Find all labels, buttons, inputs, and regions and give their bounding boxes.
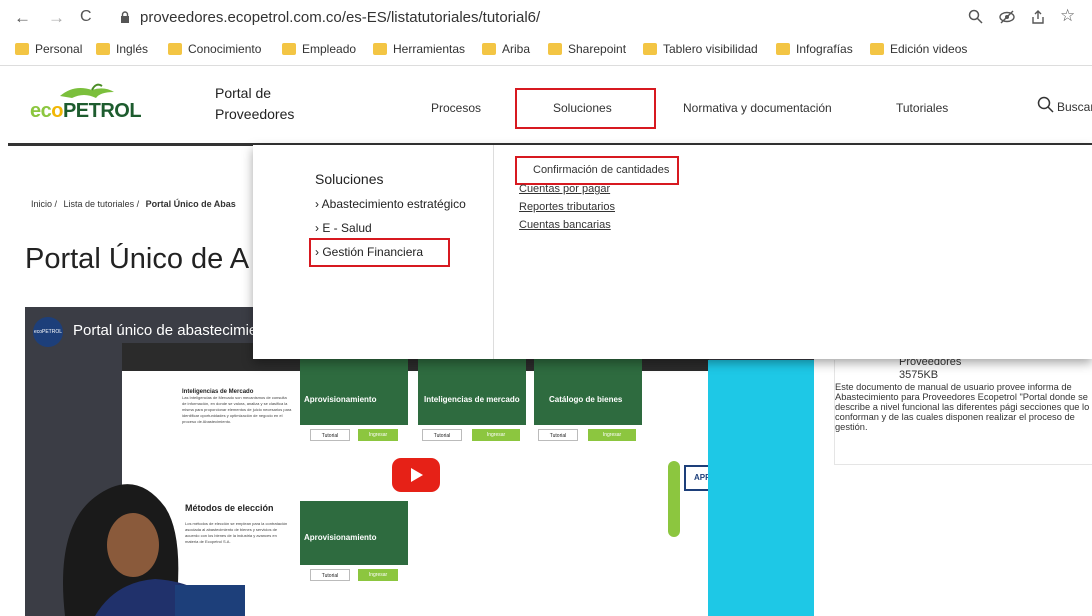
search-icon[interactable]	[1037, 96, 1055, 114]
card-label: Inteligencias de mercado	[424, 395, 520, 404]
tutorial-button: Tutorial	[310, 569, 350, 581]
page-title: Portal Único de A	[25, 243, 250, 275]
chevron-right-icon: ›	[315, 221, 319, 235]
card-label: Aprovisionamiento	[304, 395, 377, 404]
dropdown-heading: Soluciones	[315, 171, 384, 187]
bookmarks-bar: Personal Inglés Conocimiento Empleado He…	[0, 36, 1092, 66]
bookmark-herramientas[interactable]: Herramientas	[373, 42, 465, 56]
card-aprovisionamiento	[300, 357, 408, 425]
bookmark-label: Herramientas	[393, 42, 466, 56]
lock-icon	[121, 11, 129, 23]
channel-avatar[interactable]: ecoPETROL	[33, 317, 63, 347]
ingresar-button: Ingresar	[358, 569, 398, 581]
link-reportes-tributarios[interactable]: Reportes tributarios	[519, 201, 615, 213]
bookmark-label: Infografías	[796, 42, 853, 56]
tutorial-button: Tutorial	[310, 429, 350, 441]
back-button[interactable]: ←	[14, 8, 31, 28]
bookmark-edicion-videos[interactable]: Edición videos	[870, 42, 967, 56]
share-icon[interactable]	[1030, 9, 1046, 25]
breadcrumb: Inicio / Lista de tutoriales / Portal Ún…	[31, 199, 236, 209]
tutorial-button: Tutorial	[422, 429, 462, 441]
reload-button[interactable]: C	[80, 8, 92, 26]
dropdown-item-label: Abastecimiento estratégico	[321, 197, 466, 211]
gestion-financiera-highlight	[309, 238, 450, 267]
bookmark-ingles[interactable]: Inglés	[96, 42, 148, 56]
zoom-icon[interactable]	[968, 9, 984, 25]
search-label[interactable]: Buscar	[1057, 100, 1092, 114]
nav-procesos[interactable]: Procesos	[431, 101, 481, 115]
bookmark-label: Edición videos	[890, 42, 968, 56]
nav-tutoriales[interactable]: Tutoriales	[896, 101, 948, 115]
bookmark-tablero[interactable]: Tablero visibilidad	[643, 42, 758, 56]
bookmark-label: Ariba	[502, 42, 531, 56]
doc-size: 3575KB	[899, 369, 939, 381]
chevron-right-icon: ›	[315, 197, 319, 211]
bookmark-sharepoint[interactable]: Sharepoint	[548, 42, 626, 56]
address-bar-url[interactable]: proveedores.ecopetrol.com.co/es-ES/lista…	[140, 9, 540, 26]
confirmacion-highlight	[515, 156, 679, 185]
portal-title-line1: Portal de	[215, 85, 272, 101]
breadcrumb-list[interactable]: Lista de tutoriales /	[64, 199, 140, 209]
nav-normativa[interactable]: Normativa y documentación	[683, 101, 832, 115]
doc-description: Este documento de manual de usuario prov…	[835, 382, 1090, 432]
video-title[interactable]: Portal único de abastecimien	[73, 322, 266, 339]
bookmark-label: Conocimiento	[188, 42, 262, 56]
dropdown-item-esalud[interactable]: › E - Salud	[315, 221, 372, 235]
bookmark-label: Inglés	[116, 42, 149, 56]
tutorial-button: Tutorial	[538, 429, 578, 441]
card-label: Catálogo de bienes	[549, 395, 623, 404]
bookmark-ariba[interactable]: Ariba	[482, 42, 530, 56]
bookmark-label: Personal	[35, 42, 83, 56]
forward-button[interactable]: →	[48, 8, 65, 28]
eye-off-icon[interactable]	[998, 10, 1016, 24]
play-icon	[411, 468, 423, 482]
card-label: Aprovisionamiento	[304, 533, 377, 542]
browser-toolbar: ← → C proveedores.ecopetrol.com.co/es-ES…	[0, 0, 1092, 36]
bookmark-personal[interactable]: Personal	[15, 42, 82, 56]
card-inteligencias	[418, 357, 526, 425]
folder-icon	[15, 43, 29, 55]
folder-icon	[373, 43, 387, 55]
illustration-woman	[63, 484, 245, 616]
portal-title: Portal de Proveedores	[215, 83, 294, 125]
ecopetrol-logo[interactable]: ecoPETROL	[30, 80, 160, 127]
link-cuentas-bancarias[interactable]: Cuentas bancarias	[519, 219, 611, 231]
dropdown-item-label: E - Salud	[322, 221, 372, 235]
ingresar-button: Ingresar	[358, 429, 398, 441]
folder-icon	[776, 43, 790, 55]
bookmark-star-icon[interactable]: ☆	[1060, 6, 1075, 26]
breadcrumb-home[interactable]: Inicio /	[31, 199, 57, 209]
inner-side-nav	[668, 461, 680, 537]
folder-icon	[548, 43, 562, 55]
card-catalogo	[534, 357, 642, 425]
document-card: Proveedores 3575KB Este documento de man…	[834, 356, 1092, 465]
soluciones-highlight	[515, 88, 656, 129]
youtube-play-button[interactable]	[392, 458, 440, 492]
bookmark-label: Empleado	[302, 42, 357, 56]
folder-icon	[870, 43, 884, 55]
folder-icon	[282, 43, 296, 55]
folder-icon	[643, 43, 657, 55]
folder-icon	[168, 43, 182, 55]
bookmark-infografias[interactable]: Infografías	[776, 42, 853, 56]
ingresar-button: Ingresar	[472, 429, 520, 441]
portal-title-line2: Proveedores	[215, 106, 295, 122]
bookmark-label: Sharepoint	[568, 42, 627, 56]
inner-paragraph-1: Las Inteligencias de Mercado son mecanis…	[182, 395, 292, 424]
bookmark-conocimiento[interactable]: Conocimiento	[168, 42, 261, 56]
folder-icon	[482, 43, 496, 55]
link-cuentas-por-pagar[interactable]: Cuentas por pagar	[519, 183, 610, 195]
breadcrumb-current: Portal Único de Abas	[145, 199, 236, 209]
folder-icon	[96, 43, 110, 55]
logo-wordmark: ecoPETROL	[30, 100, 142, 122]
dropdown-item-abastecimiento[interactable]: › Abastecimiento estratégico	[315, 197, 466, 211]
bookmark-label: Tablero visibilidad	[663, 42, 758, 56]
bookmark-empleado[interactable]: Empleado	[282, 42, 356, 56]
video-side-panel	[708, 360, 814, 616]
ingresar-button: Ingresar	[588, 429, 636, 441]
dropdown-divider	[493, 145, 494, 359]
